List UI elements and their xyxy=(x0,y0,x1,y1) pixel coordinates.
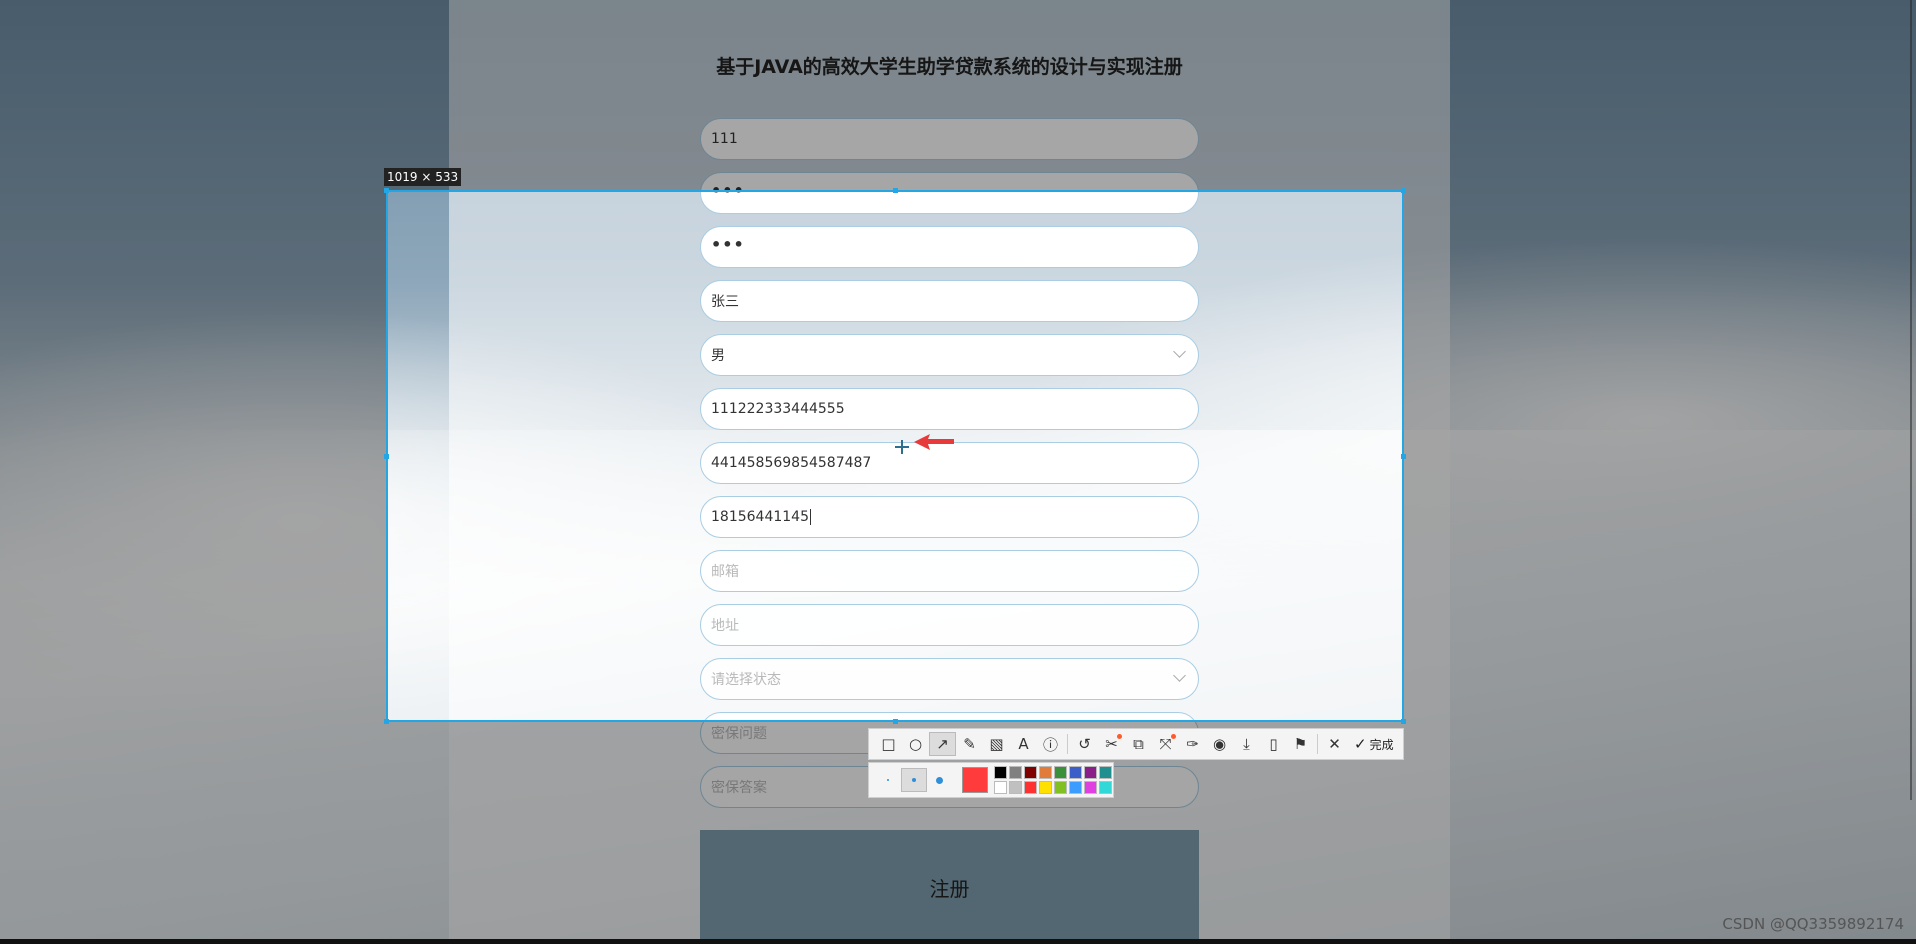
resize-handle[interactable] xyxy=(384,188,389,193)
color-swatch[interactable] xyxy=(1084,780,1097,794)
color-swatch[interactable] xyxy=(1024,765,1037,779)
capture-toolbar: □ ○ ↗ ✎ ▧ A ⓘ ↺ ✂ ⧉ ⤧ ✑ ◉ ⤓ ▯ ⚑ ✕ ✓ 完成 xyxy=(868,728,1404,760)
toolbar-divider xyxy=(1317,734,1318,754)
resize-handle[interactable] xyxy=(384,719,389,724)
color-swatch[interactable] xyxy=(1024,780,1037,794)
color-swatch[interactable] xyxy=(1009,780,1022,794)
color-swatch[interactable] xyxy=(1054,765,1067,779)
record-icon[interactable]: ◉ xyxy=(1206,732,1233,756)
crosshair-cursor-icon xyxy=(895,440,909,454)
copy-icon[interactable]: ▯ xyxy=(1260,732,1287,756)
scrollbar[interactable] xyxy=(1910,0,1912,800)
ellipse-icon[interactable]: ○ xyxy=(902,732,929,756)
resize-handle[interactable] xyxy=(893,188,898,193)
toolbar-divider xyxy=(1067,734,1068,754)
ocr-icon[interactable]: ⧉ xyxy=(1125,732,1152,756)
resize-handle[interactable] xyxy=(1401,188,1406,193)
watermark: CSDN @QQ3359892174 xyxy=(1722,915,1904,933)
stroke-size-small[interactable] xyxy=(875,768,901,792)
resize-handle[interactable] xyxy=(384,454,389,459)
color-swatch[interactable] xyxy=(1039,780,1052,794)
dim-overlay-top xyxy=(0,0,1916,190)
redo-icon[interactable]: ✂ xyxy=(1098,732,1125,756)
color-swatch[interactable] xyxy=(1069,780,1082,794)
mosaic-icon[interactable]: ▧ xyxy=(983,732,1010,756)
capture-selection[interactable] xyxy=(386,190,1404,722)
pin-icon[interactable]: ✑ xyxy=(1179,732,1206,756)
color-swatch[interactable] xyxy=(994,765,1007,779)
taskbar-edge xyxy=(0,939,1916,944)
save-icon[interactable]: ⤓ xyxy=(1233,732,1260,756)
check-icon: ✓ xyxy=(1354,735,1367,753)
color-swatch[interactable] xyxy=(994,780,1007,794)
rectangle-icon[interactable]: □ xyxy=(875,732,902,756)
color-swatch[interactable] xyxy=(1099,780,1112,794)
dim-overlay-left xyxy=(0,190,386,722)
color-swatch[interactable] xyxy=(1099,765,1112,779)
close-icon[interactable]: ✕ xyxy=(1321,732,1348,756)
resize-handle[interactable] xyxy=(893,719,898,724)
color-swatch[interactable] xyxy=(1069,765,1082,779)
dim-overlay-right xyxy=(1404,190,1916,722)
selection-size-label: 1019 × 533 xyxy=(384,168,462,186)
red-arrow-annotation xyxy=(914,434,954,450)
stroke-size-large[interactable] xyxy=(927,768,953,792)
color-swatch[interactable] xyxy=(1039,765,1052,779)
color-swatch[interactable] xyxy=(1084,765,1097,779)
bookmark-icon[interactable]: ⚑ xyxy=(1287,732,1314,756)
number-icon[interactable]: ⓘ xyxy=(1037,732,1064,756)
done-button[interactable]: ✓ 完成 xyxy=(1354,735,1394,753)
text-icon[interactable]: A xyxy=(1010,732,1037,756)
color-swatches xyxy=(994,765,1113,795)
resize-handle[interactable] xyxy=(1401,719,1406,724)
scroll-capture-icon[interactable]: ⤧ xyxy=(1152,732,1179,756)
color-swatch[interactable] xyxy=(1054,780,1067,794)
color-palette xyxy=(868,762,1114,798)
pencil-icon[interactable]: ✎ xyxy=(956,732,983,756)
current-color-swatch[interactable] xyxy=(962,767,988,793)
color-swatch[interactable] xyxy=(1009,765,1022,779)
undo-icon[interactable]: ↺ xyxy=(1071,732,1098,756)
stroke-size-medium[interactable] xyxy=(900,768,927,792)
resize-handle[interactable] xyxy=(1401,454,1406,459)
arrow-icon[interactable]: ↗ xyxy=(929,732,956,756)
